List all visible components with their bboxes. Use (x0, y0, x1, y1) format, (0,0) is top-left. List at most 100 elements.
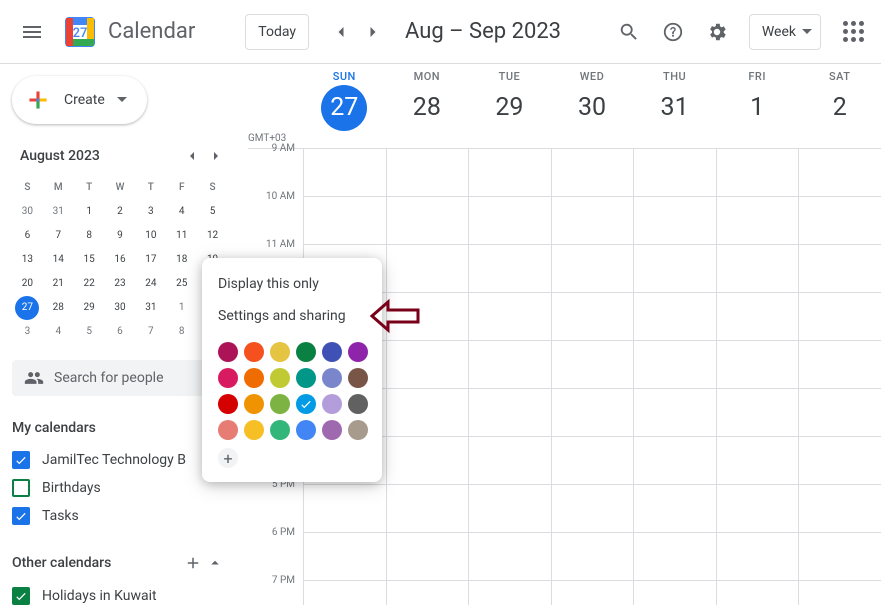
mini-day[interactable]: 16 (108, 248, 132, 272)
color-option[interactable] (348, 342, 368, 362)
mini-day[interactable]: 20 (15, 272, 39, 296)
mini-day[interactable]: 23 (108, 272, 132, 296)
calendar-item[interactable]: Birthdays (12, 474, 228, 502)
mini-day[interactable]: 1 (170, 296, 194, 320)
mini-day[interactable]: 7 (46, 224, 70, 248)
search-icon[interactable] (609, 12, 649, 52)
add-calendar-icon[interactable] (184, 554, 202, 572)
next-week-button[interactable] (357, 16, 389, 48)
view-selector[interactable]: Week (749, 14, 821, 50)
grid-column[interactable] (468, 149, 551, 605)
mini-next-button[interactable] (204, 144, 228, 168)
calendar-item[interactable]: Holidays in Kuwait (12, 582, 228, 605)
today-button[interactable]: Today (245, 14, 309, 50)
mini-day[interactable]: 18 (170, 248, 194, 272)
mini-day[interactable]: 17 (139, 248, 163, 272)
color-option[interactable] (218, 342, 238, 362)
day-number[interactable]: 29 (486, 85, 532, 131)
help-icon[interactable] (653, 12, 693, 52)
color-option[interactable] (322, 420, 342, 440)
color-option[interactable] (322, 342, 342, 362)
mini-day[interactable]: 12 (201, 224, 225, 248)
mini-day[interactable]: 8 (170, 320, 194, 344)
mini-day[interactable]: 3 (139, 200, 163, 224)
grid-column[interactable] (798, 149, 881, 605)
day-number[interactable]: 1 (734, 85, 780, 131)
day-number[interactable]: 27 (321, 85, 367, 131)
mini-day[interactable]: 28 (46, 296, 70, 320)
day-column-header[interactable]: THU31 (633, 64, 716, 148)
mini-day[interactable]: 3 (15, 320, 39, 344)
chevron-up-icon[interactable] (206, 554, 224, 572)
display-only-item[interactable]: Display this only (202, 268, 382, 300)
color-option[interactable] (348, 368, 368, 388)
mini-day[interactable]: 11 (170, 224, 194, 248)
color-option[interactable] (348, 394, 368, 414)
color-option[interactable] (270, 368, 290, 388)
color-option[interactable] (270, 342, 290, 362)
main-menu-button[interactable] (8, 8, 56, 56)
prev-week-button[interactable] (325, 16, 357, 48)
mini-day[interactable]: 7 (139, 320, 163, 344)
mini-day[interactable]: 24 (139, 272, 163, 296)
calendar-item[interactable]: Tasks (12, 502, 228, 530)
color-option[interactable] (218, 368, 238, 388)
grid-column[interactable] (716, 149, 799, 605)
mini-day[interactable]: 8 (77, 224, 101, 248)
color-option[interactable] (270, 420, 290, 440)
color-option[interactable] (322, 368, 342, 388)
create-button[interactable]: Create (12, 76, 147, 124)
mini-day[interactable]: 4 (46, 320, 70, 344)
mini-prev-button[interactable] (180, 144, 204, 168)
color-option[interactable] (244, 368, 264, 388)
my-calendars-title[interactable]: My calendars (12, 420, 228, 436)
add-color-button[interactable]: + (218, 448, 238, 468)
mini-day[interactable]: 21 (46, 272, 70, 296)
mini-day[interactable]: 30 (108, 296, 132, 320)
grid-column[interactable] (633, 149, 716, 605)
mini-day[interactable]: 29 (77, 296, 101, 320)
grid-column[interactable] (386, 149, 469, 605)
settings-sharing-item[interactable]: Settings and sharing (202, 300, 382, 332)
day-number[interactable]: 30 (569, 85, 615, 131)
color-option[interactable] (296, 420, 316, 440)
mini-day[interactable]: 31 (46, 200, 70, 224)
grid-column[interactable] (551, 149, 634, 605)
apps-icon[interactable] (833, 12, 873, 52)
calendar-checkbox[interactable] (12, 479, 30, 497)
mini-day[interactable]: 25 (170, 272, 194, 296)
mini-day[interactable]: 22 (77, 272, 101, 296)
color-option[interactable] (244, 420, 264, 440)
mini-day[interactable]: 13 (15, 248, 39, 272)
settings-icon[interactable] (697, 12, 737, 52)
day-column-header[interactable]: MON28 (386, 64, 469, 148)
color-option[interactable] (348, 420, 368, 440)
mini-day[interactable]: 6 (15, 224, 39, 248)
day-column-header[interactable]: SAT2 (798, 64, 881, 148)
mini-day[interactable]: 27 (15, 296, 39, 320)
color-option[interactable] (244, 394, 264, 414)
day-column-header[interactable]: TUE29 (468, 64, 551, 148)
color-option[interactable] (296, 394, 316, 414)
calendar-checkbox[interactable] (12, 507, 30, 525)
day-number[interactable]: 31 (652, 85, 698, 131)
mini-day[interactable]: 31 (139, 296, 163, 320)
mini-day[interactable]: 1 (77, 200, 101, 224)
mini-day[interactable]: 9 (108, 224, 132, 248)
day-column-header[interactable]: FRI1 (716, 64, 799, 148)
day-column-header[interactable]: SUN27 (303, 64, 386, 148)
color-option[interactable] (296, 368, 316, 388)
calendar-item[interactable]: JamilTec Technology B (12, 446, 228, 474)
mini-day[interactable]: 10 (139, 224, 163, 248)
mini-day[interactable]: 4 (170, 200, 194, 224)
mini-day[interactable]: 2 (108, 200, 132, 224)
calendar-checkbox[interactable] (12, 587, 30, 605)
search-people[interactable]: Search for people (12, 360, 228, 396)
color-option[interactable] (218, 394, 238, 414)
mini-day[interactable]: 5 (77, 320, 101, 344)
mini-day[interactable]: 30 (15, 200, 39, 224)
mini-day[interactable]: 6 (108, 320, 132, 344)
mini-day[interactable]: 14 (46, 248, 70, 272)
day-column-header[interactable]: WED30 (551, 64, 634, 148)
color-option[interactable] (218, 420, 238, 440)
